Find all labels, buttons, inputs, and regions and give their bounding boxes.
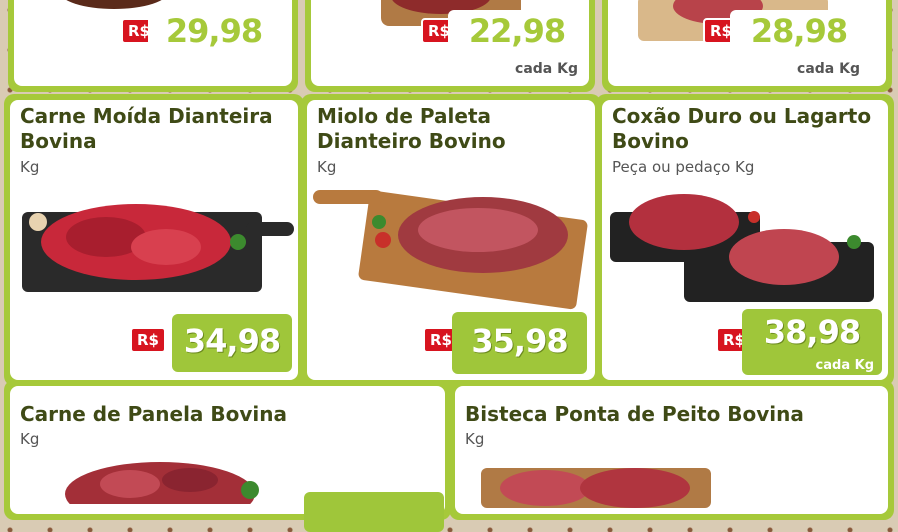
product-image (313, 190, 588, 310)
price-box: 29,98 (148, 10, 280, 62)
product-card-top-2[interactable]: R$ 22,98 cada Kg (305, 0, 595, 92)
price-value: 28,98 (750, 12, 848, 50)
product-unit: Kg (317, 158, 337, 176)
price-unit: cada Kg (815, 358, 874, 373)
product-image (610, 194, 874, 302)
price-value: 35,98 (471, 322, 568, 360)
product-card-bisteca[interactable]: Bisteca Ponta de Peito Bovina Kg (449, 380, 894, 520)
product-card-miolo-paleta[interactable]: Miolo de Paleta Dianteiro Bovino Kg R$ 3… (301, 94, 601, 386)
product-unit: Kg (20, 158, 40, 176)
price-value: 29,98 (165, 12, 263, 50)
price-value: 22,98 (468, 12, 566, 50)
price-unit: cada Kg (797, 61, 860, 77)
product-title: Coxão Duro ou Lagarto Bovino (612, 104, 872, 153)
product-card-coxao-duro[interactable]: Coxão Duro ou Lagarto Bovino Peça ou ped… (596, 94, 894, 386)
price-value: 38,98 (763, 313, 861, 351)
product-unit: Kg (465, 430, 485, 448)
product-image (481, 468, 711, 508)
product-card-top-3[interactable]: R$ 28,98 cada Kg (602, 0, 892, 92)
product-image (65, 462, 259, 504)
price-box: 28,98 cada Kg (730, 10, 868, 78)
price-box: 22,98 cada Kg (448, 10, 586, 78)
currency-badge: R$ (130, 327, 166, 353)
product-card-body: Bisteca Ponta de Peito Bovina Kg (455, 386, 888, 514)
product-title: Carne de Panela Bovina (20, 402, 287, 426)
product-title: Carne Moída Dianteira Bovina (20, 104, 273, 153)
product-card-carne-panela[interactable]: Carne de Panela Bovina Kg (4, 380, 451, 532)
product-unit: Peça ou pedaço Kg (612, 158, 755, 176)
price-box: 35,98 (452, 312, 587, 374)
price-box: 34,98 (172, 314, 292, 372)
product-card-carne-moida[interactable]: Carne Moída Dianteira Bovina Kg R$ 34,98 (4, 94, 304, 386)
price-box (304, 492, 444, 532)
price-box: 38,98 cada Kg (742, 309, 882, 375)
product-card-top-1[interactable]: R$ 29,98 (8, 0, 298, 92)
price-unit: cada Kg (515, 61, 578, 77)
product-image (22, 204, 294, 292)
product-title: Miolo de Paleta Dianteiro Bovino (317, 104, 506, 153)
product-title: Bisteca Ponta de Peito Bovina (465, 402, 804, 426)
price-value: 34,98 (183, 322, 281, 360)
product-unit: Kg (20, 430, 40, 448)
